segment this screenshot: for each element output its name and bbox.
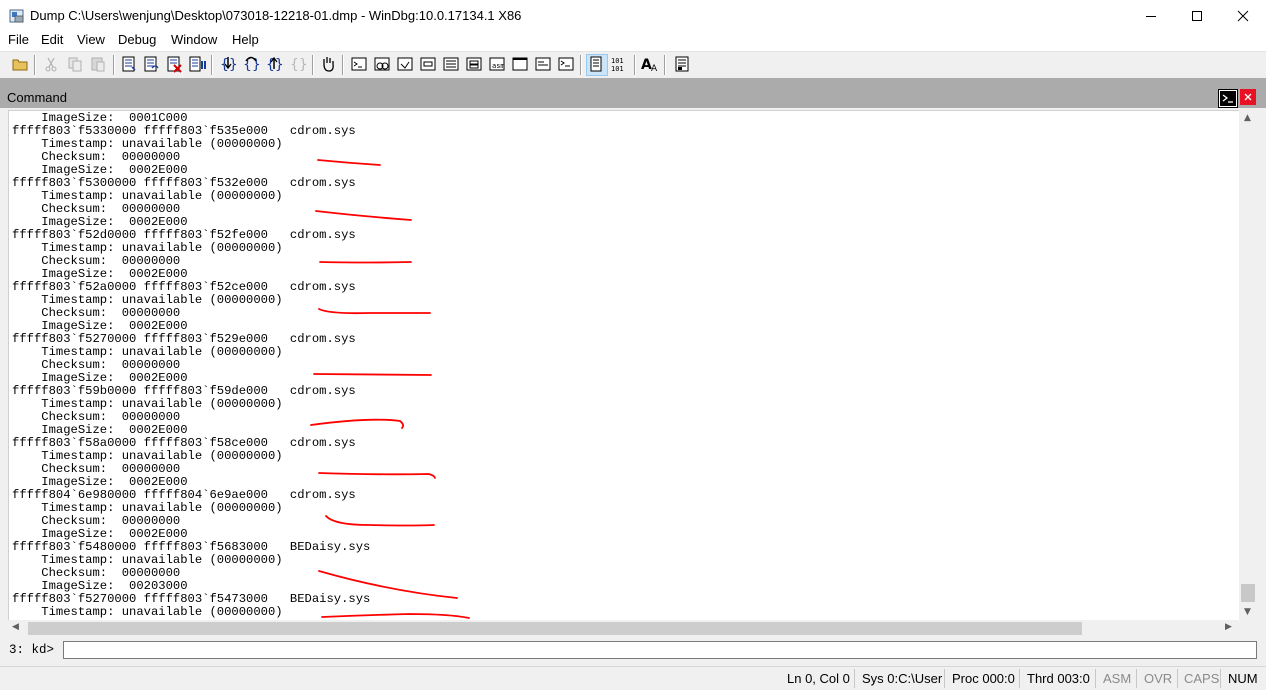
step-over-source-icon[interactable] <box>142 55 160 73</box>
close-icon <box>1237 10 1249 21</box>
command-prompt: 3: kd> <box>9 643 55 657</box>
hex-mode-icon[interactable]: 101 101 <box>610 55 628 73</box>
command-output[interactable]: ImageSize: 0001C000 fffff803`f5330000 ff… <box>8 110 1240 621</box>
svg-text:A: A <box>651 64 658 73</box>
menu-edit[interactable]: Edit <box>41 32 63 47</box>
window-title: Dump C:\Users\wenjung\Desktop\073018-122… <box>30 8 522 23</box>
red-annotation-marks <box>310 159 470 619</box>
step-into-icon[interactable]: {} <box>219 55 238 73</box>
scroll-down-icon[interactable]: ▼ <box>1244 607 1251 617</box>
menu-help[interactable]: Help <box>232 32 259 47</box>
scroll-up-icon[interactable]: ▲ <box>1244 113 1251 123</box>
minimize-button[interactable] <box>1128 0 1174 31</box>
status-asm: ASM <box>1103 671 1132 686</box>
call-stack-window-icon[interactable] <box>465 55 483 73</box>
horizontal-scroll-thumb[interactable] <box>28 622 1082 635</box>
command-window-title: Command <box>7 90 67 105</box>
annotation-stroke <box>318 570 458 599</box>
watch-window-icon[interactable] <box>373 55 391 73</box>
run-to-cursor-icon[interactable]: {} <box>289 55 308 73</box>
scratch-pad-icon[interactable] <box>511 55 529 73</box>
svg-text:101: 101 <box>611 65 624 73</box>
status-caps: CAPS <box>1184 671 1220 686</box>
hand-icon[interactable] <box>319 55 337 73</box>
windbg-app-icon <box>9 8 25 24</box>
command-input[interactable] <box>63 641 1257 659</box>
step-over-icon[interactable]: {} <box>242 55 261 73</box>
annotation-stroke <box>321 613 470 619</box>
toolbar: {} {} {} {} asm 1011 <box>0 51 1266 79</box>
svg-text:101: 101 <box>611 57 624 65</box>
command-close-button[interactable] <box>1240 89 1256 105</box>
status-num: NUM <box>1228 671 1258 686</box>
status-thrd: Thrd 003:0 <box>1027 671 1090 686</box>
status-proc: Proc 000:0 <box>952 671 1015 686</box>
close-icon <box>1244 93 1252 101</box>
stop-debugging-icon[interactable] <box>165 55 183 73</box>
annotation-stroke <box>318 472 436 479</box>
status-ovr: OVR <box>1144 671 1173 686</box>
command-window-icon[interactable] <box>350 55 368 73</box>
font-icon[interactable]: AA <box>641 55 659 74</box>
status-sys: Sys 0:C:\User <box>862 671 943 686</box>
annotation-stroke <box>317 159 381 166</box>
status-position: Ln 0, Col 0 <box>787 671 850 686</box>
memory-window-icon[interactable] <box>442 55 460 73</box>
maximize-button[interactable] <box>1174 0 1220 31</box>
maximize-icon <box>1192 10 1202 21</box>
annotation-stroke <box>313 373 432 376</box>
annotation-stroke <box>310 418 405 429</box>
step-out-icon[interactable]: {} <box>265 55 284 73</box>
paste-icon[interactable] <box>89 55 107 73</box>
console-icon[interactable] <box>1218 89 1238 108</box>
step-into-source-icon[interactable] <box>120 55 138 73</box>
annotation-stroke <box>325 515 435 527</box>
svg-text:{}: {} <box>290 57 307 73</box>
console-window-icon[interactable] <box>557 55 575 73</box>
horizontal-scrollbar[interactable]: ◀ ▶ <box>8 620 1239 637</box>
scroll-right-icon[interactable]: ▶ <box>1225 622 1232 632</box>
annotation-stroke <box>318 308 431 315</box>
svg-text:asm: asm <box>492 62 505 70</box>
scroll-left-icon[interactable]: ◀ <box>12 622 19 632</box>
close-button[interactable] <box>1220 0 1266 31</box>
options-icon[interactable] <box>673 55 691 73</box>
menu-file[interactable]: File <box>8 32 29 47</box>
vertical-scrollbar[interactable]: ▲ ▼ <box>1239 110 1257 620</box>
open-file-icon[interactable] <box>11 55 29 73</box>
locals-window-icon[interactable] <box>396 55 414 73</box>
copy-icon[interactable] <box>66 55 84 73</box>
annotation-stroke <box>319 261 412 264</box>
registers-window-icon[interactable] <box>419 55 437 73</box>
menu-view[interactable]: View <box>77 32 105 47</box>
vertical-scroll-thumb[interactable] <box>1241 584 1255 602</box>
minimize-icon <box>1146 15 1156 17</box>
annotation-stroke <box>315 210 412 221</box>
title-bar: Dump C:\Users\wenjung\Desktop\073018-122… <box>0 0 1266 31</box>
break-icon[interactable] <box>188 55 206 73</box>
cut-icon[interactable] <box>42 55 60 73</box>
menu-window[interactable]: Window <box>171 32 217 47</box>
source-mode-icon[interactable] <box>586 54 608 76</box>
menu-debug[interactable]: Debug <box>118 32 156 47</box>
command-window-header: Command <box>0 88 1266 108</box>
menu-bar: File Edit View Debug Window Help <box>0 31 1266 51</box>
disassembly-window-icon[interactable]: asm <box>488 55 506 73</box>
svg-text:{}: {} <box>243 57 260 73</box>
status-bar: Ln 0, Col 0 Sys 0:C:\User Proc 000:0 Thr… <box>0 666 1266 690</box>
processes-threads-icon[interactable] <box>534 55 552 73</box>
